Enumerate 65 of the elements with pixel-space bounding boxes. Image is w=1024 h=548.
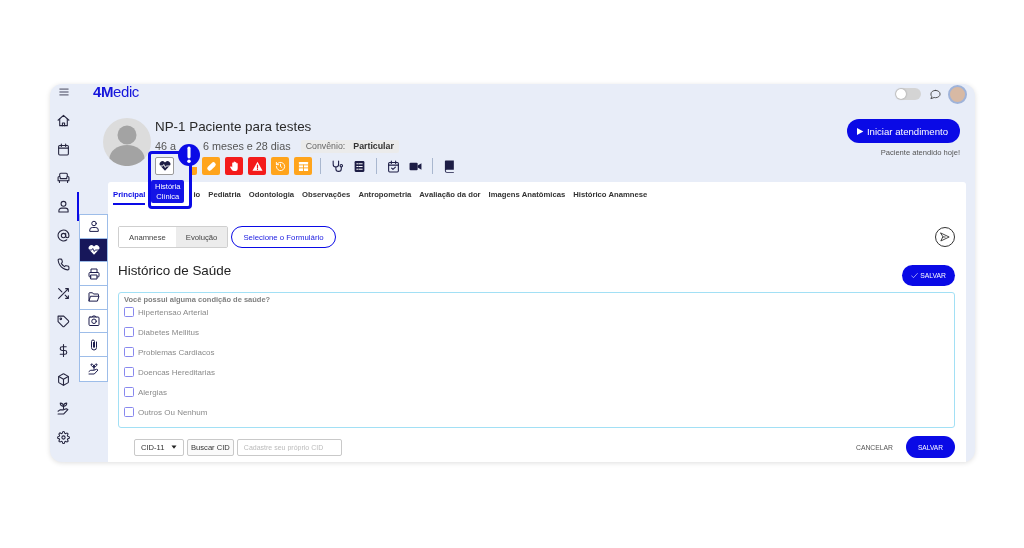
heartbeat-icon	[87, 244, 100, 257]
checkbox-label[interactable]: Alergias	[138, 387, 167, 397]
play-icon	[855, 126, 864, 136]
insurance-label: Convênio:	[305, 139, 346, 153]
tile-button[interactable]	[248, 157, 266, 175]
checkbox[interactable]	[124, 387, 134, 397]
heartbeat-icon	[158, 160, 171, 172]
age-text: 6 meses e 28 dias	[203, 139, 291, 153]
phone-icon	[57, 257, 70, 271]
checkbox[interactable]	[124, 327, 134, 337]
check-icon	[911, 272, 919, 279]
checkbox-label[interactable]: Outros Ou Nenhum	[138, 407, 208, 417]
home-icon	[57, 113, 70, 127]
calendar-icon	[57, 142, 70, 156]
section-title: Histórico de Saúde	[118, 263, 232, 279]
patient-avatar	[103, 118, 151, 166]
seedling-hand-icon	[87, 362, 100, 375]
checkbox-label[interactable]: Doencas Hereditarias	[138, 367, 215, 377]
hand-icon	[228, 160, 240, 172]
toggle-switch[interactable]	[895, 88, 921, 100]
start-appointment-button[interactable]: Iniciar atendimento	[846, 119, 960, 143]
tile-button[interactable]	[294, 157, 312, 175]
submenu-item[interactable]	[80, 238, 107, 263]
logo: 4Medic	[93, 84, 139, 100]
checkbox[interactable]	[124, 407, 134, 417]
checkbox-label[interactable]: Problemas Cardiacos	[138, 347, 215, 357]
insurance-value: Particular	[353, 139, 394, 153]
history-icon	[274, 160, 286, 172]
checkbox-label[interactable]: Hipertensao Arterial	[138, 307, 209, 317]
at-sign-icon	[57, 229, 70, 243]
warning-icon	[251, 160, 263, 172]
clinical-history-button[interactable]	[155, 157, 174, 175]
menu-icon[interactable]	[57, 87, 70, 97]
checkbox[interactable]	[124, 347, 134, 357]
camera-icon	[87, 315, 100, 328]
pill-icon	[205, 160, 217, 172]
checkbox[interactable]	[124, 367, 134, 377]
settings-icon	[57, 430, 70, 444]
folder-icon	[87, 291, 100, 304]
tile-button[interactable]	[192, 167, 197, 175]
person-icon	[57, 200, 70, 214]
tag-icon	[57, 315, 70, 329]
tile-button[interactable]	[202, 157, 220, 175]
person-icon	[87, 220, 100, 233]
table-icon	[297, 160, 309, 172]
calendar-check-icon[interactable]	[387, 159, 400, 173]
send-icon	[940, 232, 950, 242]
tile-button[interactable]	[225, 157, 243, 175]
age-text: 46 a	[155, 139, 176, 153]
chat-icon[interactable]	[930, 89, 941, 100]
dollar-icon	[57, 344, 70, 358]
printer-icon	[87, 267, 100, 280]
tile-button[interactable]	[271, 157, 289, 175]
stethoscope-icon[interactable]	[331, 159, 344, 173]
book-icon[interactable]	[443, 159, 456, 173]
shuffle-icon	[57, 286, 70, 300]
list-icon[interactable]	[353, 159, 366, 173]
caret-icon	[171, 444, 177, 450]
cube-icon	[57, 373, 70, 387]
exclamation-badge-icon	[178, 144, 200, 166]
checkbox[interactable]	[124, 307, 134, 317]
sofa-icon	[57, 171, 70, 185]
seedling-hand-icon	[57, 401, 70, 415]
checkbox-label[interactable]: Diabetes Mellitus	[138, 327, 199, 337]
patient-name: NP-1 Paciente para testes	[155, 118, 313, 136]
